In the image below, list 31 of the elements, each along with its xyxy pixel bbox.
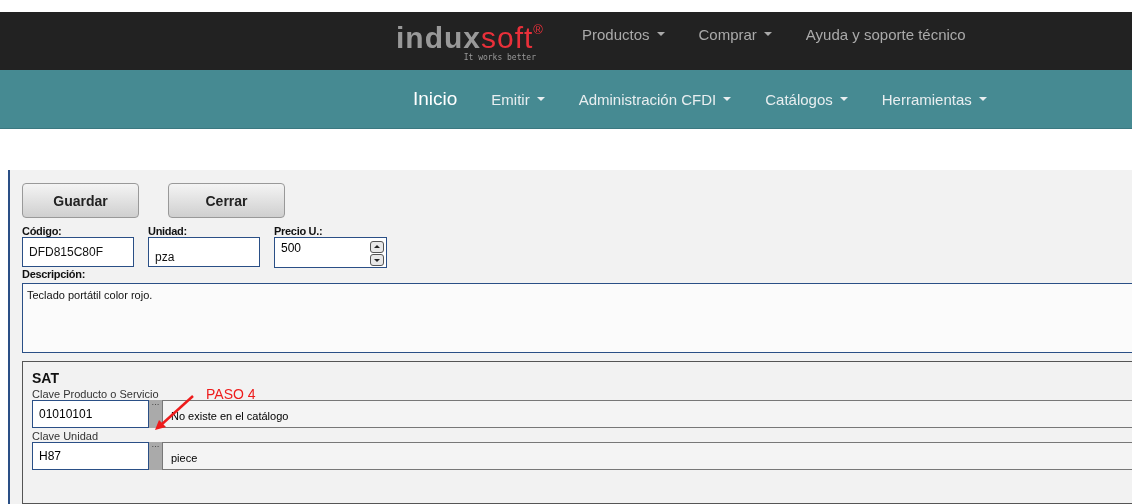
annotation-text: PASO 4 bbox=[206, 386, 256, 402]
caret-icon bbox=[656, 32, 665, 36]
input-field[interactable]: H87 bbox=[32, 442, 149, 470]
group-title: SAT bbox=[32, 370, 59, 386]
logo[interactable]: induxsoft$^{®}$ It works better bbox=[396, 22, 544, 62]
close-button[interactable]: Cerrar bbox=[168, 183, 285, 218]
save-button[interactable]: Guardar bbox=[22, 183, 139, 218]
input-field[interactable]: pza bbox=[148, 237, 260, 267]
caret-icon bbox=[763, 32, 772, 36]
input-field[interactable]: DFD815C80F bbox=[22, 237, 134, 267]
nav-link[interactable]: Ayuda y soporte técnico bbox=[805, 25, 966, 43]
field-label: Clave Unidad bbox=[32, 430, 99, 442]
spinner-icon[interactable] bbox=[370, 241, 384, 267]
input-field[interactable]: piece bbox=[162, 442, 1132, 470]
field-label: Clave Producto o Servicio bbox=[32, 388, 159, 400]
field-label: Precio U.: bbox=[274, 225, 324, 237]
nav-link[interactable]: Inicio bbox=[413, 88, 458, 110]
nav-link[interactable]: Comprar bbox=[698, 25, 772, 43]
number-field[interactable]: 500 bbox=[274, 237, 387, 268]
field-label: Descripción: bbox=[22, 268, 86, 280]
field-label: Código: bbox=[22, 225, 63, 237]
field-label: Unidad: bbox=[148, 225, 188, 237]
caret-icon bbox=[978, 97, 987, 101]
description-field[interactable]: Teclado portátil color rojo. bbox=[22, 283, 1132, 353]
caret-icon bbox=[536, 97, 545, 101]
caret-icon bbox=[723, 97, 732, 101]
lookup-button[interactable]: ··· bbox=[149, 442, 162, 470]
input-field[interactable]: 01010101 bbox=[32, 400, 149, 428]
lookup-button[interactable]: ··· bbox=[149, 400, 162, 428]
nav-link[interactable]: Productos bbox=[581, 25, 665, 43]
caret-icon bbox=[839, 97, 848, 101]
